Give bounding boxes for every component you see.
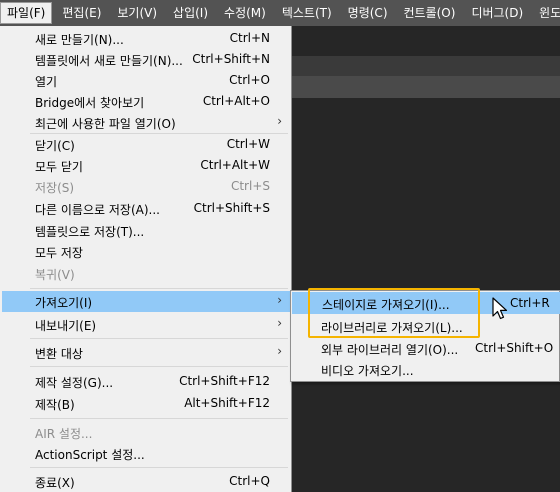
menu-item-label: 모두 닫기 <box>35 160 83 174</box>
menu-file[interactable]: 파일(F) <box>0 2 53 24</box>
menu-item-save-all[interactable]: 모두 저장 <box>2 241 290 262</box>
submenu-arrow-icon: › <box>277 114 282 128</box>
menu-item-shortcut: Ctrl+Shift+O <box>475 341 554 355</box>
menu-item-label: 닫기(C) <box>35 139 75 153</box>
menu-item-new[interactable]: 새로 만들기(N)... Ctrl+N <box>2 28 290 49</box>
menu-item-close[interactable]: 닫기(C) Ctrl+W <box>2 134 290 155</box>
submenu-item-import-video[interactable]: 비디오 가져오기... <box>291 358 559 380</box>
submenu-arrow-icon: › <box>277 293 282 307</box>
menu-item-browse-in-bridge[interactable]: Bridge에서 찾아보기 Ctrl+Alt+O <box>2 91 290 112</box>
menu-item-shortcut: Ctrl+W <box>226 137 270 151</box>
submenu-item-import-to-library[interactable]: 라이브러리로 가져오기(L)... <box>291 315 559 337</box>
menu-item-label: 스테이지로 가져오기(I)... <box>322 298 450 312</box>
menu-item-publish[interactable]: 제작(B) Alt+Shift+F12 <box>2 393 290 414</box>
menu-item-exit[interactable]: 종료(X) Ctrl+Q <box>2 471 290 492</box>
menu-item-save: 저장(S) Ctrl+S <box>2 176 290 197</box>
menu-item-revert: 복귀(V) <box>2 263 290 284</box>
menu-item-label: 제작(B) <box>35 398 75 412</box>
menu-debug[interactable]: 디버그(D) <box>465 2 529 24</box>
menu-item-label: 다른 이름으로 저장(A)... <box>35 203 160 217</box>
submenu-item-import-to-stage[interactable]: 스테이지로 가져오기(I)... Ctrl+R <box>292 292 560 314</box>
menu-item-actionscript-settings[interactable]: ActionScript 설정... <box>2 443 290 464</box>
menu-item-shortcut: Ctrl+S <box>230 179 270 193</box>
menu-commands[interactable]: 명령(C) <box>342 2 394 24</box>
menu-item-open-recent[interactable]: 최근에 사용한 파일 열기(O) › <box>2 112 290 133</box>
menu-item-shortcut: Ctrl+Q <box>229 474 270 488</box>
submenu-arrow-icon: › <box>277 344 282 358</box>
menu-item-label: Bridge에서 찾아보기 <box>35 96 145 110</box>
menu-edit[interactable]: 편집(E) <box>56 2 107 24</box>
menu-item-label: 열기 <box>35 75 58 89</box>
menu-separator <box>30 418 288 419</box>
menu-item-label: 변환 대상 <box>35 347 83 361</box>
menu-window[interactable]: 윈도 <box>533 2 560 24</box>
menu-item-shortcut: Ctrl+Alt+W <box>200 158 270 172</box>
menu-item-shortcut: Ctrl+Alt+O <box>202 94 270 108</box>
menu-item-label: 템플릿에서 새로 만들기(N)... <box>35 54 183 68</box>
mouse-cursor-icon <box>492 297 508 320</box>
menu-item-shortcut: Ctrl+Shift+N <box>192 52 270 66</box>
menu-item-label: 최근에 사용한 파일 열기(O) <box>35 117 176 131</box>
menu-separator <box>30 288 288 289</box>
file-menu-dropdown: 새로 만들기(N)... Ctrl+N 템플릿에서 새로 만들기(N)... C… <box>0 26 292 492</box>
import-submenu: 스테이지로 가져오기(I)... Ctrl+R 라이브러리로 가져오기(L)..… <box>290 288 560 382</box>
menu-insert[interactable]: 삽입(I) <box>167 2 214 24</box>
menu-text[interactable]: 텍스트(T) <box>276 2 338 24</box>
submenu-item-open-external-library[interactable]: 외부 라이브러리 열기(O)... Ctrl+Shift+O <box>291 337 559 359</box>
menu-item-open[interactable]: 열기 Ctrl+O <box>2 70 290 91</box>
menu-item-label: 제작 설정(G)... <box>35 376 114 390</box>
menu-item-shortcut: Ctrl+Shift+F12 <box>179 374 270 388</box>
menu-item-label: 비디오 가져오기... <box>321 364 414 378</box>
menu-separator <box>30 338 288 339</box>
menu-item-shortcut: Ctrl+Shift+S <box>193 201 270 215</box>
workspace-tab-strip <box>290 76 560 98</box>
menu-item-shortcut: Alt+Shift+F12 <box>184 396 270 410</box>
menu-item-label: 라이브러리로 가져오기(L)... <box>321 321 463 335</box>
menu-separator <box>30 467 288 468</box>
menu-view[interactable]: 보기(V) <box>111 2 163 24</box>
menu-item-label: 종료(X) <box>35 476 75 490</box>
menu-modify[interactable]: 수정(M) <box>218 2 272 24</box>
menu-item-label: 외부 라이브러리 열기(O)... <box>321 343 459 357</box>
menu-item-shortcut: Ctrl+O <box>229 73 270 87</box>
menu-item-label: AIR 설정... <box>35 427 93 441</box>
menu-item-export[interactable]: 내보내기(E) › <box>2 314 290 335</box>
menu-item-close-all[interactable]: 모두 닫기 Ctrl+Alt+W <box>2 155 290 176</box>
menu-item-convert-to[interactable]: 변환 대상 › <box>2 342 290 363</box>
menu-item-label: 템플릿으로 저장(T)... <box>35 225 145 239</box>
menu-item-import[interactable]: 가져오기(I) › <box>2 291 290 312</box>
menu-item-label: 새로 만들기(N)... <box>35 33 124 47</box>
workspace-toolbar-strip <box>290 56 560 76</box>
menu-item-label: 복귀(V) <box>35 268 75 282</box>
menu-bar: 파일(F) 편집(E) 보기(V) 삽입(I) 수정(M) 텍스트(T) 명령(… <box>0 0 560 26</box>
submenu-arrow-icon: › <box>277 316 282 330</box>
menu-item-label: 저장(S) <box>35 181 75 195</box>
menu-item-shortcut: Ctrl+R <box>510 296 550 310</box>
menu-item-label: ActionScript 설정... <box>35 448 145 462</box>
menu-item-label: 모두 저장 <box>35 246 83 260</box>
menu-item-save-as-template[interactable]: 템플릿으로 저장(T)... <box>2 220 290 241</box>
menu-control[interactable]: 컨트롤(O) <box>398 2 462 24</box>
menu-item-shortcut: Ctrl+N <box>229 31 270 45</box>
menu-item-air-settings: AIR 설정... <box>2 422 290 443</box>
menu-item-save-as[interactable]: 다른 이름으로 저장(A)... Ctrl+Shift+S <box>2 198 290 219</box>
menu-item-label: 가져오기(I) <box>35 296 93 310</box>
menu-item-label: 내보내기(E) <box>35 319 97 333</box>
menu-separator <box>30 366 288 367</box>
menu-item-publish-settings[interactable]: 제작 설정(G)... Ctrl+Shift+F12 <box>2 371 290 392</box>
menu-item-new-from-template[interactable]: 템플릿에서 새로 만들기(N)... Ctrl+Shift+N <box>2 49 290 70</box>
